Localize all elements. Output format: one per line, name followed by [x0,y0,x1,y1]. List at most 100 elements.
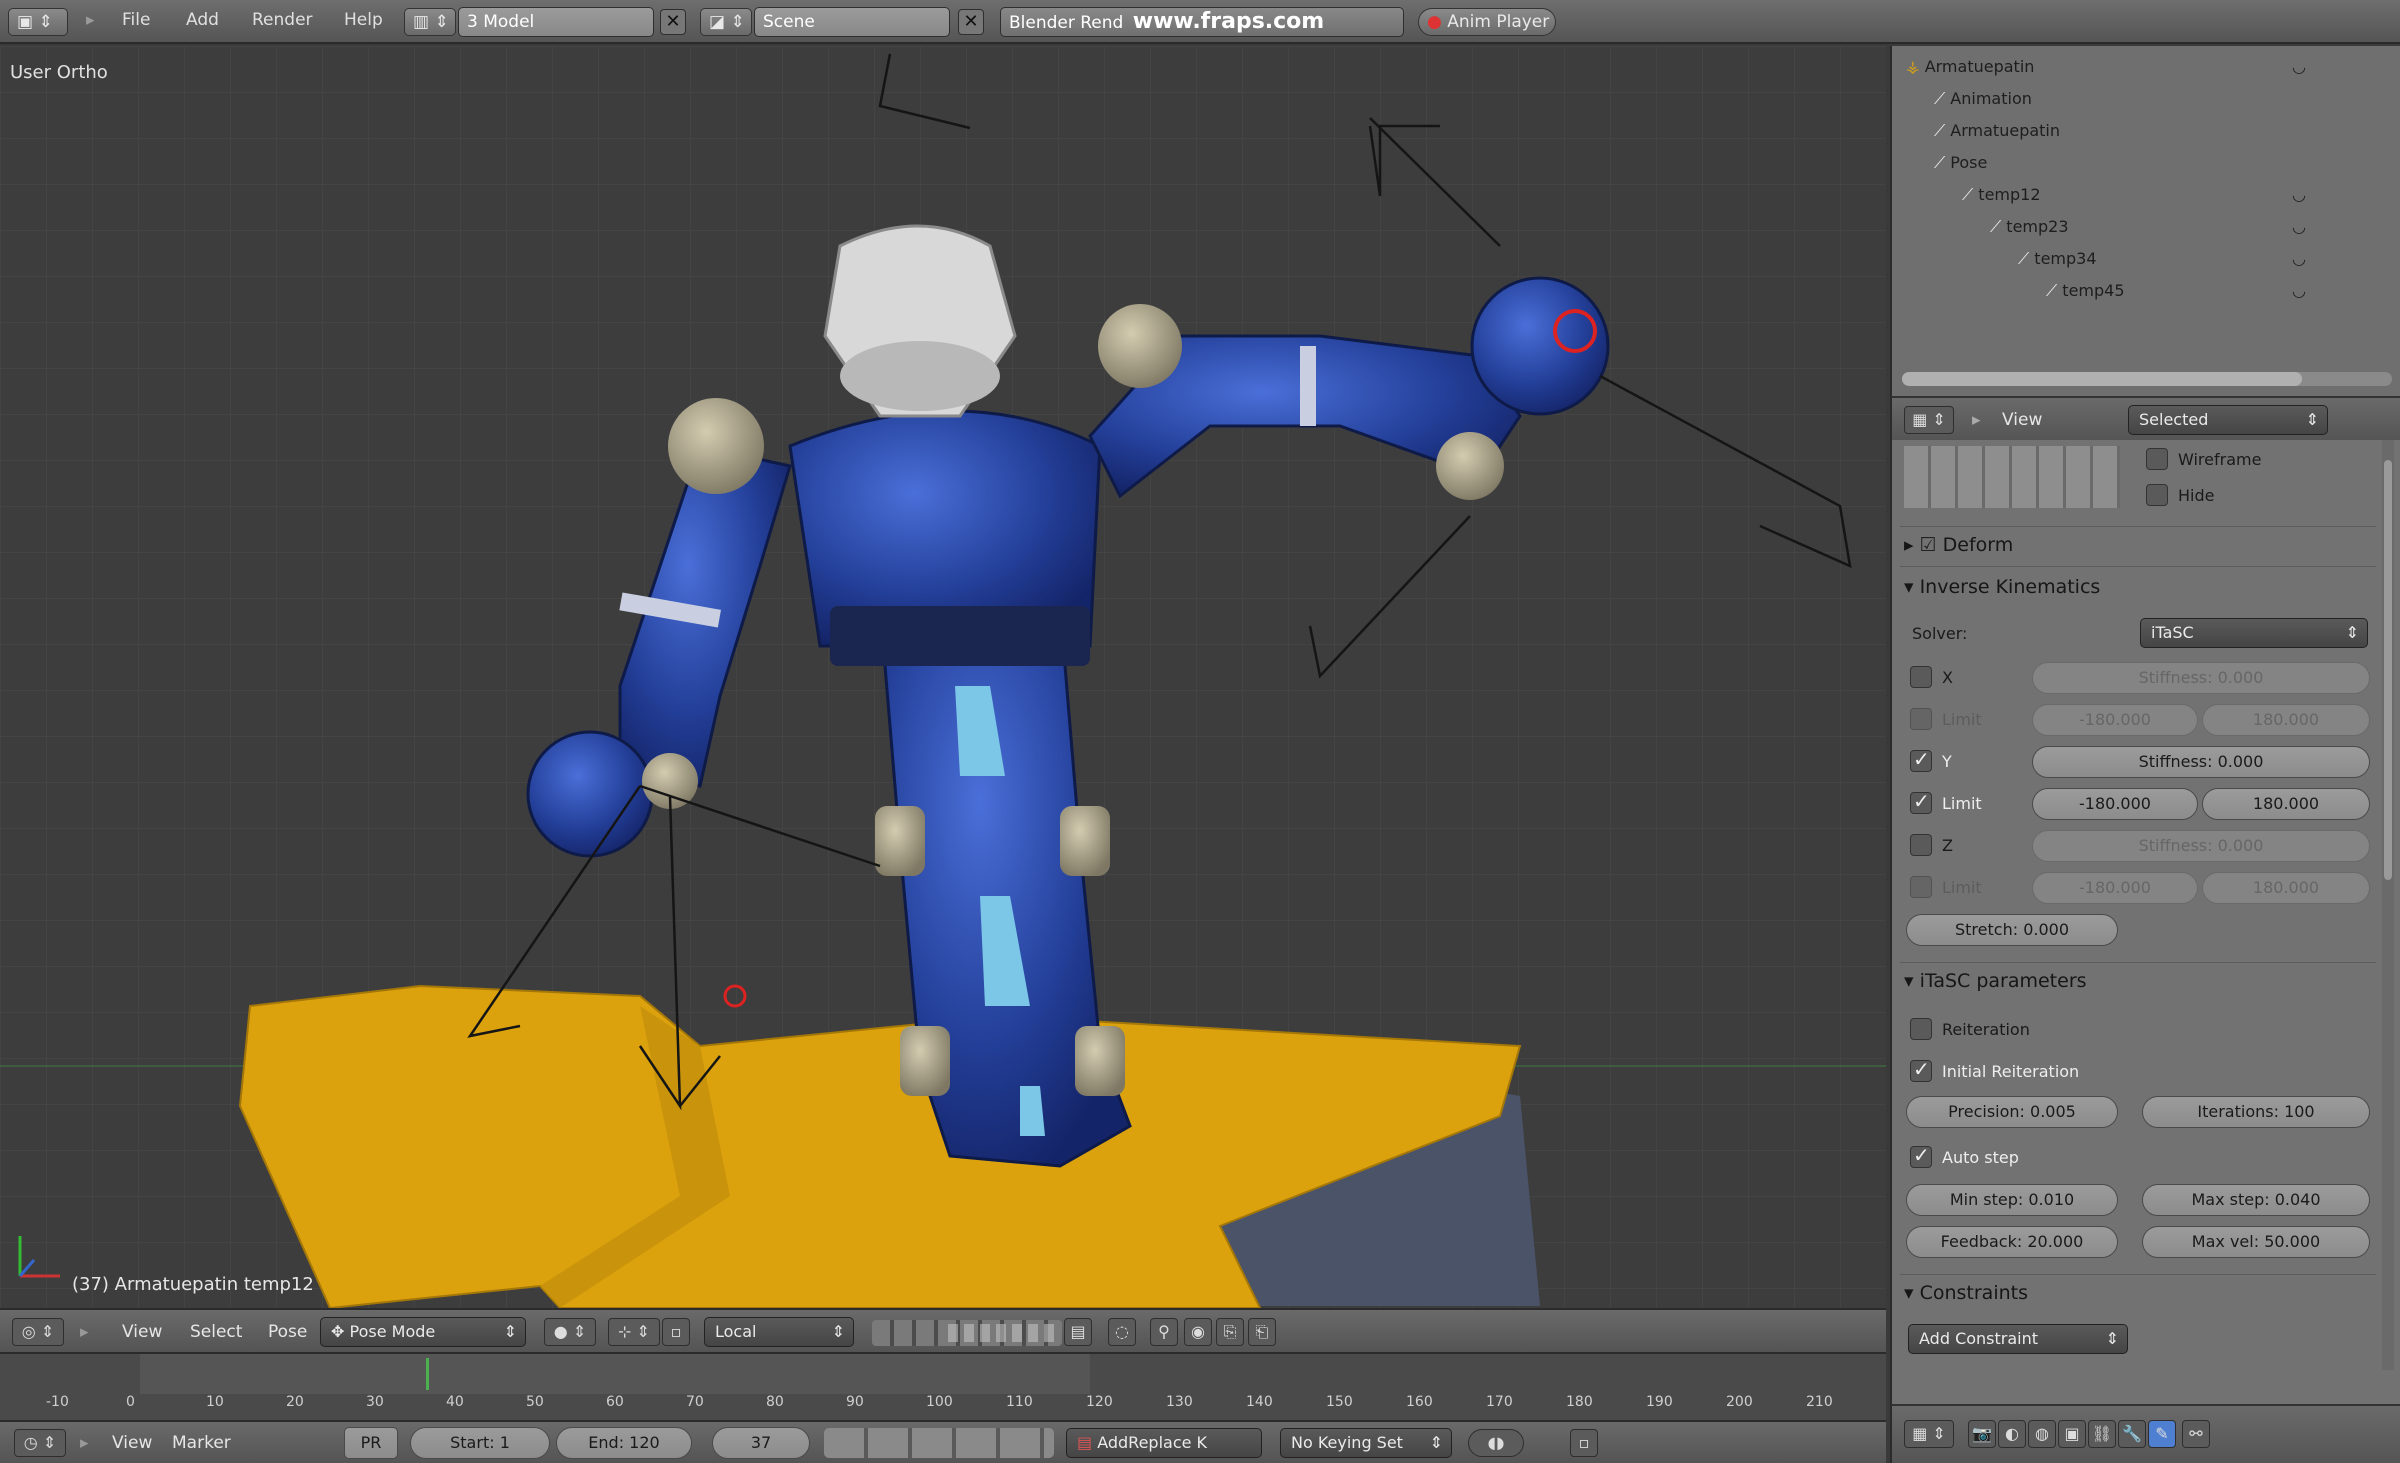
render-tab-icon[interactable]: 📷 [1968,1420,1996,1448]
menu-view[interactable]: View [112,1433,152,1453]
solver-select[interactable]: iTaSC ⇕ [2140,618,2368,648]
menu-help[interactable]: Help [344,10,383,30]
reiteration-checkbox[interactable] [1910,1018,1932,1040]
outliner-row[interactable]: ⟋ Armatuepatin [1934,116,2060,146]
menu-marker[interactable]: Marker [172,1433,231,1453]
screen-layout-icon[interactable]: ▥ ⇕ [404,8,456,36]
z-max-field[interactable]: 180.000 [2202,872,2370,904]
precision-field[interactable]: Precision: 0.005 [1906,1096,2118,1128]
outliner-row[interactable]: ⚶ Armatuepatin [1906,52,2034,82]
visibility-icon[interactable]: ◡ [2292,276,2306,306]
keying-select[interactable]: ▤ AddReplace K [1066,1428,1262,1458]
outliner-row[interactable]: ⟋ temp45 [2046,276,2125,306]
start-frame-field[interactable]: Start: 1 [410,1427,550,1459]
menu-view[interactable]: View [2002,410,2042,430]
visibility-icon[interactable]: ◡ [2292,180,2306,210]
current-frame-field[interactable]: 37 [712,1427,810,1459]
proportional-icon[interactable]: ◌ [1108,1318,1136,1346]
visibility-icon[interactable]: ◡ [2292,244,2306,274]
initial-reiteration-checkbox[interactable] [1910,1057,1932,1082]
outliner[interactable]: ⚶ Armatuepatin ◡ ⟋ Animation ⟋ Armatuepatin… [1890,46,2400,396]
feedback-field[interactable]: Feedback: 20.000 [1906,1226,2118,1258]
close-icon[interactable]: ✕ [958,9,984,35]
modifier-tab-icon[interactable]: 🔧 [2118,1420,2146,1448]
outliner-row[interactable]: ⟋ Animation [1934,84,2032,114]
scene-canvas[interactable] [0,46,1886,1308]
constraint-tab-icon[interactable]: ⛓ [2088,1420,2116,1448]
editor-type-button[interactable]: ▦ ⇕ [1904,1420,1954,1448]
preview-range-button[interactable]: PR [344,1427,398,1459]
render-icon[interactable]: ◉ [1184,1318,1212,1346]
z-min-field[interactable]: -180.000 [2032,872,2198,904]
object-tab-icon[interactable]: ▣ [2058,1420,2086,1448]
3d-viewport[interactable]: User Ortho (37) Armatuepatin temp12 [0,46,1886,1308]
scene-icon[interactable]: ◪ ⇕ [700,8,752,36]
anim-player-button[interactable]: ● Anim Player [1418,8,1556,36]
collapse-menu-icon[interactable]: ▸ [80,1433,89,1453]
shading-select[interactable]: ● ⇕ [544,1318,596,1346]
deform-panel-header[interactable]: ▸ ☑ Deform [1904,534,2013,556]
properties-scrollbar[interactable] [2382,440,2394,1370]
paste-pose-icon[interactable]: ⎗ [1248,1318,1276,1346]
editor-type-button[interactable]: ◷ ⇕ [14,1429,66,1457]
current-frame-line[interactable] [426,1358,429,1390]
pivot-select[interactable]: ⊹ ⇕ [608,1318,660,1346]
layer-lock-icon[interactable]: ▤ [1064,1318,1092,1346]
menu-render[interactable]: Render [252,10,313,30]
lock-x-checkbox[interactable] [1910,666,1932,688]
y-max-field[interactable]: 180.000 [2202,788,2370,820]
x-stiffness-field[interactable]: Stiffness: 0.000 [2032,662,2370,694]
max-vel-field[interactable]: Max vel: 50.000 [2142,1226,2370,1258]
copy-pose-icon[interactable]: ⎘ [1216,1318,1244,1346]
max-step-field[interactable]: Max step: 0.040 [2142,1184,2370,1216]
close-icon[interactable]: ✕ [660,9,686,35]
menu-view[interactable]: View [122,1322,162,1342]
render-engine-select[interactable]: Blender Rend www.fraps.com [1000,7,1404,37]
z-stiffness-field[interactable]: Stiffness: 0.000 [2032,830,2370,862]
filter-select[interactable]: Selected ⇕ [2128,405,2328,435]
editor-type-button[interactable]: ▦ ⇕ [1904,406,1954,434]
bone-layers[interactable] [1904,446,2120,508]
bone-tab-icon[interactable]: ✎ [2148,1420,2176,1448]
visibility-icon[interactable]: ◡ [2292,52,2306,82]
stretch-field[interactable]: Stretch: 0.000 [1906,914,2118,946]
manipulator-toggle[interactable]: ▫ [662,1318,690,1346]
editor-type-button[interactable]: ◎ ⇕ [12,1318,64,1346]
properties-panel[interactable]: Wireframe Hide ▸ ☑ Deform ▾ Inverse Kine… [1890,440,2400,1420]
auto-key-icon[interactable]: ▫ [1570,1429,1598,1457]
wireframe-checkbox[interactable] [2146,448,2168,470]
hide-checkbox[interactable] [2146,484,2168,506]
keyframe-insert-icon[interactable]: ◖◗ [1468,1429,1524,1457]
end-frame-field[interactable]: End: 120 [556,1427,692,1459]
outliner-row[interactable]: ⟋ temp34 [2018,244,2097,274]
x-max-field[interactable]: 180.000 [2202,704,2370,736]
playback-controls[interactable] [824,1428,1054,1458]
limit-z-checkbox[interactable] [1910,876,1932,898]
outliner-row[interactable]: ⟋ temp23 [1990,212,2069,242]
lock-z-checkbox[interactable] [1910,834,1932,856]
menu-pose[interactable]: Pose [268,1322,307,1342]
bone-constraint-tab-icon[interactable]: ⚯ [2182,1420,2210,1448]
limit-y-checkbox[interactable] [1910,789,1932,814]
add-constraint-button[interactable]: Add Constraint ⇕ [1908,1324,2128,1354]
snap-icon[interactable]: ⚲ [1150,1318,1178,1346]
collapse-menu-icon[interactable]: ▸ [86,10,95,30]
itasc-panel-header[interactable]: ▾ iTaSC parameters [1904,970,2087,992]
mode-select[interactable]: ✥ Pose Mode ⇕ [320,1317,526,1347]
x-min-field[interactable]: -180.000 [2032,704,2198,736]
keying-set-select[interactable]: No Keying Set ⇕ [1280,1428,1452,1458]
y-stiffness-field[interactable]: Stiffness: 0.000 [2032,746,2370,778]
menu-select[interactable]: Select [190,1322,242,1342]
iterations-field[interactable]: Iterations: 100 [2142,1096,2370,1128]
ik-panel-header[interactable]: ▾ Inverse Kinematics [1904,576,2100,598]
screen-layout-field[interactable]: 3 Model [458,7,654,37]
y-min-field[interactable]: -180.000 [2032,788,2198,820]
scene-tab-icon[interactable]: ◐ [1998,1420,2026,1448]
auto-step-checkbox[interactable] [1910,1143,1932,1168]
visibility-icon[interactable]: ◡ [2292,212,2306,242]
collapse-menu-icon[interactable]: ▸ [80,1322,89,1342]
menu-add[interactable]: Add [186,10,219,30]
menu-file[interactable]: File [122,10,150,30]
min-step-field[interactable]: Min step: 0.010 [1906,1184,2118,1216]
outliner-row[interactable]: ⟋ temp12 [1962,180,2041,210]
